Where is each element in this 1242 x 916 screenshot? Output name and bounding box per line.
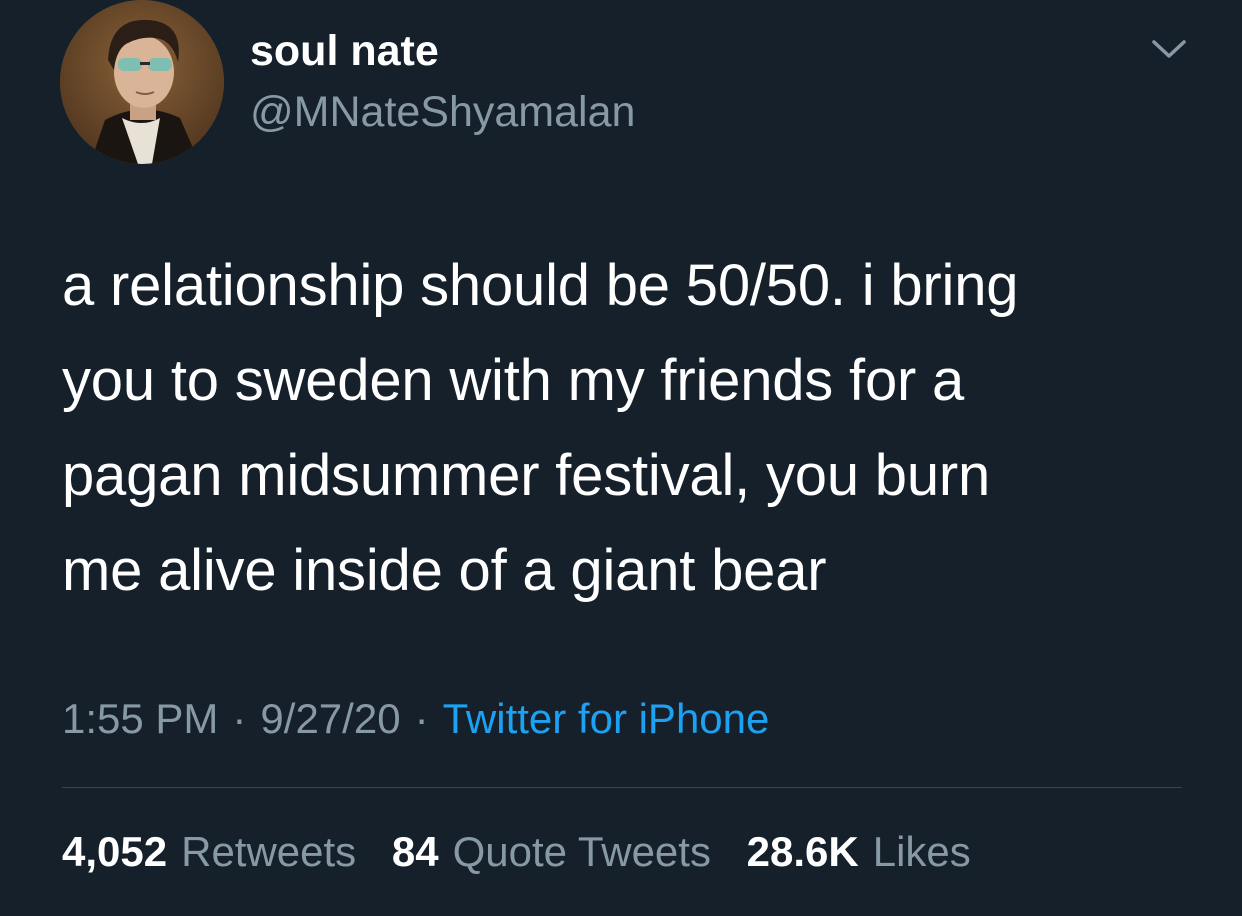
retweets-stat[interactable]: 4,052 Retweets [62, 828, 356, 875]
tweet-time[interactable]: 1:55 PM [62, 695, 218, 742]
likes-stat[interactable]: 28.6K Likes [747, 828, 971, 875]
avatar[interactable] [60, 0, 224, 164]
quote-tweets-stat[interactable]: 84 Quote Tweets [392, 828, 711, 875]
chevron-down-icon[interactable] [1148, 34, 1190, 64]
meta-separator: · [414, 695, 429, 742]
retweets-count: 4,052 [62, 828, 168, 875]
tweet-source-link[interactable]: Twitter for iPhone [443, 695, 770, 742]
avatar-portrait-image [60, 0, 224, 164]
quote-tweets-count: 84 [391, 828, 439, 875]
likes-count: 28.6K [746, 828, 859, 875]
tweet-stats: 4,052 Retweets 84 Quote Tweets 28.6K Likes [62, 826, 995, 878]
likes-label: Likes [872, 828, 971, 875]
tweet-detail: soul nate @MNateShyamalan a relationship… [0, 0, 1242, 916]
tweet-text: a relationship should be 50/50. i bring … [62, 253, 1019, 603]
meta-separator: · [232, 695, 247, 742]
author-handle[interactable]: @MNateShyamalan [250, 86, 635, 138]
tweet-date[interactable]: 9/27/20 [260, 695, 400, 742]
divider [62, 787, 1182, 788]
retweets-label: Retweets [181, 828, 357, 875]
tweet-meta: 1:55 PM · 9/27/20 · Twitter for iPhone [62, 693, 769, 745]
author-display-name[interactable]: soul nate [250, 25, 439, 77]
quote-tweets-label: Quote Tweets [452, 828, 711, 875]
